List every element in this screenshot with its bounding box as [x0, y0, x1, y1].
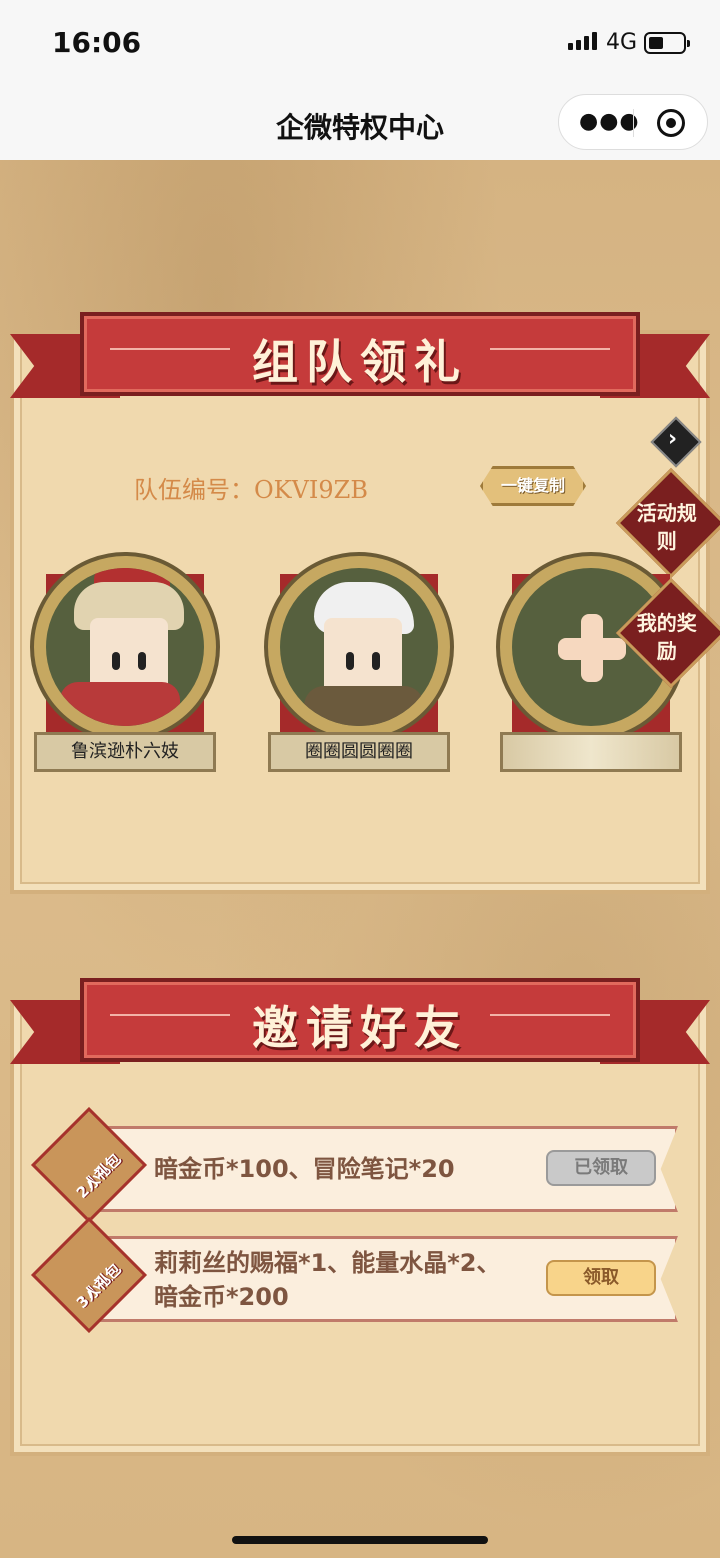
status-time: 16:06	[52, 26, 142, 59]
claimed-button[interactable]: 已领取	[546, 1150, 656, 1186]
member-name: 圈圈圆圆圈圈	[268, 732, 450, 772]
reward-desc-line2: 暗金币*200	[154, 1283, 289, 1311]
capsule-divider	[633, 109, 634, 137]
home-indicator[interactable]	[232, 1536, 488, 1544]
team-member-card[interactable]: 鲁滨逊朴六妓	[30, 552, 220, 776]
reward-desc: 暗金币*100、冒险笔记*20	[154, 1155, 455, 1183]
avatar-body	[304, 686, 424, 726]
status-bar: 16:06 4G	[0, 0, 720, 88]
avatar-body	[60, 682, 180, 726]
mini-program-capsule: ●●●	[558, 94, 708, 150]
member-frame	[30, 552, 220, 742]
reward-desc-line1: 莉莉丝的赐福*1、能量水晶*2、	[154, 1249, 501, 1277]
network-type: 4G	[606, 30, 638, 55]
signal-icon	[568, 32, 597, 50]
team-section-title: 组队领礼	[252, 335, 468, 389]
reward-desc: 莉莉丝的赐福*1、能量水晶*2、 暗金币*200	[154, 1246, 501, 1314]
plus-icon	[581, 614, 603, 682]
reward-row: 小队 2人礼包 暗金币*100、冒险笔记*20 已领取	[31, 1107, 680, 1223]
invite-section-ribbon: 邀请好友	[10, 978, 710, 1074]
battery-icon	[644, 32, 690, 54]
claim-button[interactable]: 领取	[546, 1260, 656, 1296]
my-rewards-label: 我的奖励	[636, 611, 697, 664]
invite-section-title: 邀请好友	[252, 1001, 468, 1055]
avatar	[46, 568, 204, 726]
member-frame	[264, 552, 454, 742]
nav-bar: 企微特权中心 ●●●	[0, 88, 720, 160]
avatar	[280, 568, 438, 726]
member-name	[500, 732, 682, 772]
team-code: 队伍编号：OKVI9ZB	[134, 476, 368, 504]
member-name: 鲁滨逊朴六妓	[34, 732, 216, 772]
target-icon[interactable]	[657, 109, 685, 137]
more-dots-icon[interactable]: ●●●	[579, 111, 640, 133]
activity-rules-label: 活动规则	[636, 501, 697, 554]
team-section-ribbon: 组队领礼	[10, 312, 710, 408]
reward-row: 小队 3人礼包 莉莉丝的赐福*1、能量水晶*2、 暗金币*200 领取	[31, 1217, 680, 1333]
copy-code-button[interactable]: 一键复制	[480, 466, 586, 506]
team-member-card[interactable]: 圈圈圆圆圈圈	[264, 552, 454, 776]
